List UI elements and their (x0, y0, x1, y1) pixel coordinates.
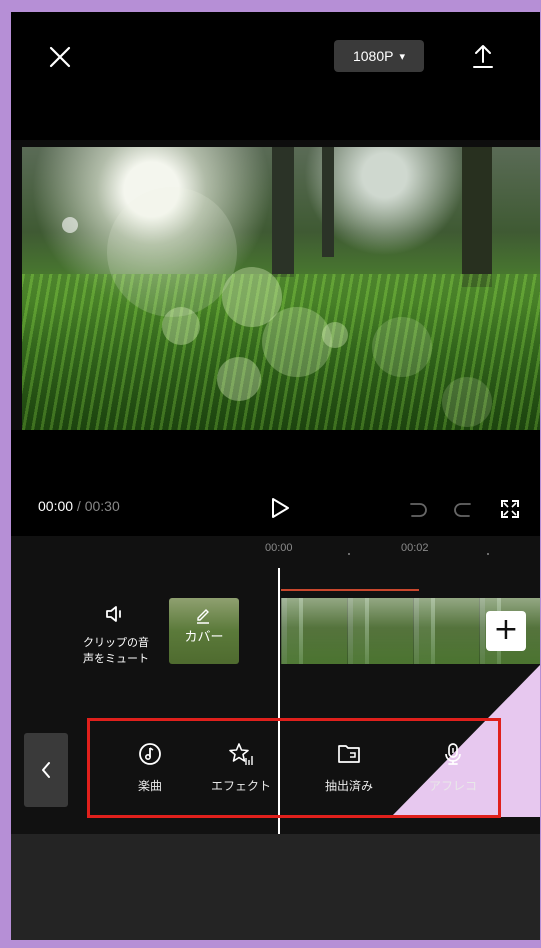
cover-label: カバー (184, 630, 224, 645)
toolbar-item-voiceover[interactable]: アフレコ (408, 742, 498, 794)
resolution-selector[interactable]: 1080P ▾ (334, 40, 424, 72)
time-display: 00:00 / 00:30 (38, 498, 120, 514)
sparkle-star-icon (229, 743, 253, 765)
mute-label-line2: 声をミュート (83, 652, 149, 665)
total-time: 00:30 (84, 498, 120, 514)
toolbar-item-label: エフェクト (210, 779, 271, 793)
video-preview[interactable] (22, 147, 540, 430)
toolbar-item-label: 抽出済み (324, 779, 373, 793)
export-upload-icon[interactable] (467, 40, 499, 72)
time-separator: / (73, 498, 85, 514)
top-bar (11, 12, 540, 140)
pencil-icon (197, 609, 209, 624)
toolbar-item-label: アフレコ (428, 779, 477, 793)
back-button[interactable] (24, 733, 68, 807)
mute-label-line1: クリップの音 (83, 636, 149, 649)
cover-button[interactable]: カバー (169, 598, 239, 664)
add-clip-button[interactable]: + (486, 611, 526, 651)
toolbar-item-extracted[interactable]: 抽出済み (304, 742, 394, 794)
toolbar-item-effects[interactable]: エフェクト (196, 742, 286, 794)
chevron-left-icon (42, 762, 50, 778)
timeline-marker-line (281, 589, 419, 591)
close-icon[interactable] (45, 42, 75, 72)
mute-clip-audio-button[interactable]: クリップの音 声をミュート (74, 635, 158, 667)
fullscreen-icon[interactable] (499, 498, 521, 520)
speaker-icon[interactable] (104, 604, 128, 624)
ruler-tick (487, 553, 489, 555)
play-icon[interactable] (269, 496, 291, 520)
ruler-time-0: 00:00 (265, 542, 293, 554)
resolution-label: 1080P (352, 48, 394, 64)
ruler-tick (348, 553, 350, 555)
bottom-toolbar (11, 834, 540, 940)
ruler-time-2: 00:02 (401, 542, 429, 554)
folder-icon (338, 745, 360, 763)
toolbar-item-label: 楽曲 (137, 779, 162, 793)
microphone-icon (445, 743, 461, 765)
undo-icon[interactable] (407, 498, 429, 520)
redo-icon[interactable] (452, 498, 474, 520)
music-note-icon (139, 743, 161, 765)
current-time: 00:00 (38, 498, 74, 514)
toolbar-item-music[interactable]: 楽曲 (105, 742, 195, 794)
chevron-down-icon: ▾ (399, 50, 405, 63)
player-controls-bar (11, 430, 540, 536)
